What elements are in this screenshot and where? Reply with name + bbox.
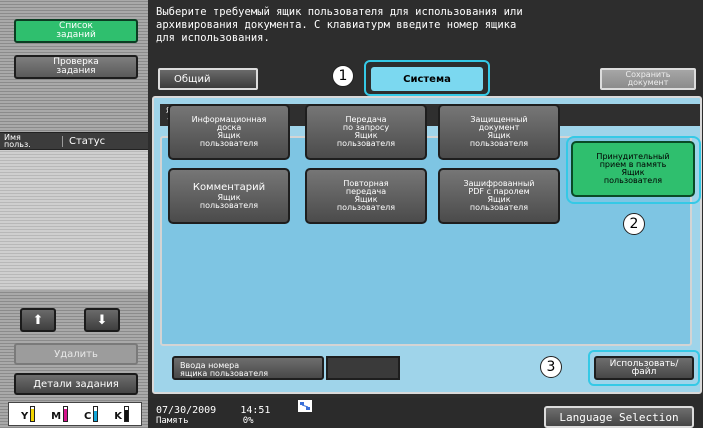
delete-button[interactable]: Удалить <box>14 343 138 365</box>
tab-general[interactable]: Общий <box>158 68 258 90</box>
job-check-label-2: задания <box>56 66 96 76</box>
box-label: пользователя <box>603 176 663 185</box>
box-label: пользователя <box>469 203 529 212</box>
message-line-1: Выберите требуемый ящик пользователя для… <box>156 6 523 18</box>
message-line-3: для использования. <box>156 32 270 44</box>
toner-c: C <box>84 406 99 422</box>
status-footer: 07/30/2009 14:51 Память 0% Language Sele… <box>148 398 703 428</box>
network-status-icon <box>298 400 312 412</box>
left-panel: Список заданий Проверка задания Имя поль… <box>0 0 148 428</box>
toner-y-bar <box>30 406 36 422</box>
box-number-label-2: ящика пользователя <box>180 369 269 378</box>
secure-document-box-button[interactable]: Защищенный документ Ящик пользователя <box>438 104 560 160</box>
toner-y: Y <box>20 406 36 422</box>
job-check-button[interactable]: Проверка задания <box>14 55 138 79</box>
job-list-header: Имя польз. Статус <box>0 132 148 150</box>
user-column-label-2: польз. <box>4 140 31 149</box>
retransmit-box-button[interactable]: Повторная передача Ящик пользователя <box>305 168 427 224</box>
memory-rx-box-button[interactable]: Принудительный прием в память Ящик польз… <box>571 141 695 197</box>
use-file-label-2: файл <box>631 367 657 377</box>
job-details-button[interactable]: Детали задания <box>14 373 138 395</box>
main-panel: Выберите требуемый ящик пользователя для… <box>148 0 703 428</box>
tab-system[interactable]: Система <box>371 67 483 91</box>
save-document-label-2: документ <box>627 78 669 87</box>
toner-levels: Y M C K <box>8 402 142 426</box>
toner-m: M <box>51 406 69 422</box>
box-label: пользователя <box>336 203 396 212</box>
box-label: пользователя <box>199 139 259 148</box>
arrow-down-icon: ⬇ <box>96 312 108 328</box>
encrypted-pdf-box-button[interactable]: Зашифрованный PDF с паролем Ящик пользов… <box>438 168 560 224</box>
toner-m-fill <box>64 409 68 421</box>
toner-m-bar <box>63 406 69 422</box>
tab-system-highlight: Система <box>364 60 490 96</box>
toner-c-letter: C <box>84 411 92 422</box>
box-label: пользователя <box>199 201 259 210</box>
arrow-up-icon: ⬆ <box>32 312 44 328</box>
date-text: 07/30/2009 <box>156 405 217 416</box>
instruction-message: Выберите требуемый ящик пользователя для… <box>156 6 676 45</box>
polling-tx-box-button[interactable]: Передача по запросу Ящик пользователя <box>305 104 427 160</box>
time-text: 14:51 <box>240 405 271 416</box>
toner-y-fill <box>31 409 35 421</box>
toner-c-fill <box>94 411 98 421</box>
box-number-input-button[interactable]: Ввода номера ящика пользователя <box>172 356 324 380</box>
box-number-field[interactable] <box>326 356 400 380</box>
memory-value: 0% <box>242 416 254 426</box>
save-document-button[interactable]: Сохранить документ <box>600 68 696 90</box>
job-list-area <box>0 150 148 290</box>
box-label: пользователя <box>469 139 529 148</box>
callout-1: 1 <box>332 65 354 87</box>
bulletin-board-box-button[interactable]: Информационная доска Ящик пользователя <box>168 104 290 160</box>
annotation-box-button[interactable]: Комментарий Ящик пользователя <box>168 168 290 224</box>
toner-m-letter: M <box>51 411 62 422</box>
use-file-button[interactable]: Использовать/ файл <box>594 356 694 380</box>
language-selection-button[interactable]: Language Selection <box>544 406 694 428</box>
job-list-button[interactable]: Список заданий <box>14 19 138 43</box>
scroll-up-button[interactable]: ⬆ <box>20 308 56 332</box>
callout-3: 3 <box>540 356 562 378</box>
callout-2: 2 <box>623 213 645 235</box>
box-label: Комментарий <box>192 182 266 193</box>
box-label: пользователя <box>336 139 396 148</box>
toner-k-fill <box>125 409 129 421</box>
toner-y-letter: Y <box>20 411 29 422</box>
date-time-readout: 07/30/2009 14:51 Память 0% <box>156 405 270 427</box>
job-list-label-2: заданий <box>56 30 96 40</box>
toner-k-letter: K <box>114 411 123 422</box>
toner-k-bar <box>124 406 130 422</box>
status-column-header[interactable]: Статус <box>62 135 148 147</box>
toner-k: K <box>114 406 130 422</box>
user-column-header[interactable]: Имя польз. <box>0 134 62 149</box>
toner-c-bar <box>93 406 99 422</box>
message-line-2: архивирования документа. С клавиатурм вв… <box>156 19 517 31</box>
memory-label: Память <box>156 416 189 426</box>
scroll-down-button[interactable]: ⬇ <box>84 308 120 332</box>
